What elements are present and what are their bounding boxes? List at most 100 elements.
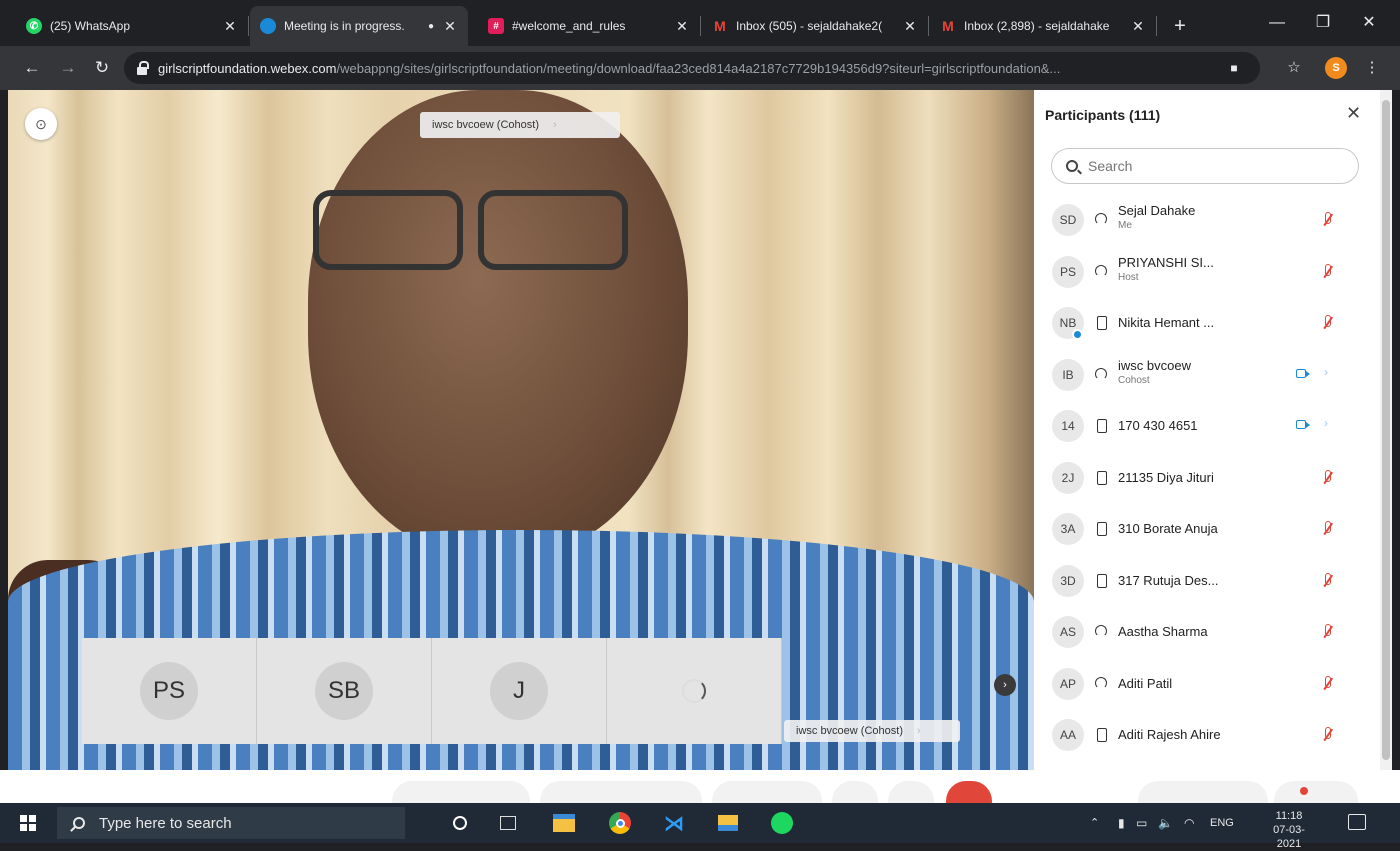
tab-gmail-1[interactable]: M Inbox (505) - sejaldahake2( ✕ xyxy=(702,6,929,46)
muted-mic-icon[interactable] xyxy=(1322,469,1332,486)
muted-mic-icon[interactable] xyxy=(1322,572,1332,589)
close-icon[interactable]: ✕ xyxy=(1346,103,1361,124)
restore-icon[interactable]: ❐ xyxy=(1300,10,1346,36)
tab-slack[interactable]: # #welcome_and_rules ✕ xyxy=(478,6,701,46)
file-manager-icon[interactable] xyxy=(716,811,740,835)
video-camera-icon xyxy=(1296,420,1310,429)
share-button[interactable] xyxy=(712,781,822,803)
avatar: PS xyxy=(140,662,198,720)
notification-center-icon[interactable] xyxy=(1348,814,1366,830)
thumbnail-tile[interactable] xyxy=(607,638,782,744)
meeting-info-icon[interactable]: ⊙ xyxy=(25,108,57,140)
file-explorer-icon[interactable] xyxy=(552,811,576,835)
tab-whatsapp[interactable]: ✆ (25) WhatsApp ✕ xyxy=(16,6,249,46)
menu-kebab-icon[interactable]: ⋮ xyxy=(1362,58,1382,78)
reload-icon[interactable]: ↻ xyxy=(90,56,114,80)
avatar: PS xyxy=(1052,255,1084,288)
task-view-icon[interactable] xyxy=(496,811,520,835)
forward-icon[interactable]: → xyxy=(56,56,80,80)
chevron-right-icon[interactable]: › xyxy=(1324,416,1328,430)
participant-search[interactable] xyxy=(1051,148,1359,184)
close-icon[interactable]: ✕ xyxy=(1130,18,1146,35)
close-icon[interactable]: ✕ xyxy=(674,18,690,35)
camera-in-use-icon[interactable]: ■ xyxy=(1224,58,1244,78)
participant-row[interactable]: AA Aditi Rajesh Ahire xyxy=(1034,709,1380,761)
phone-device-icon xyxy=(1094,727,1108,742)
show-hidden-icons-icon[interactable]: ⌃ xyxy=(1090,814,1099,832)
wifi-icon[interactable]: ◠ xyxy=(1184,814,1194,832)
spotify-icon[interactable] xyxy=(770,811,794,835)
whatsapp-icon: ✆ xyxy=(26,18,42,34)
participant-row[interactable]: SD Sejal Dahake Me xyxy=(1034,194,1380,246)
taskbar-search-input[interactable] xyxy=(99,814,399,832)
participant-row[interactable]: IB iwsc bvcoew Cohost › xyxy=(1034,349,1380,401)
panel-scrollbar[interactable] xyxy=(1380,90,1392,780)
status-dot-icon xyxy=(1072,329,1083,340)
taskbar-search[interactable] xyxy=(57,807,405,839)
microphone-icon[interactable]: ▮ xyxy=(1118,814,1125,832)
chrome-icon[interactable] xyxy=(608,811,632,835)
language-indicator[interactable]: ENG xyxy=(1210,814,1234,832)
muted-mic-icon[interactable] xyxy=(1322,675,1332,692)
reactions-button[interactable] xyxy=(832,781,878,803)
cortana-icon[interactable] xyxy=(448,811,472,835)
chevron-right-icon[interactable]: › xyxy=(1324,365,1328,379)
participant-role: Host xyxy=(1118,271,1139,283)
participant-role: Me xyxy=(1118,220,1132,231)
search-input[interactable] xyxy=(1088,158,1328,174)
participant-row[interactable]: 3A 310 Borate Anuja xyxy=(1034,503,1380,555)
muted-mic-icon[interactable] xyxy=(1322,624,1332,640)
close-icon[interactable]: ✕ xyxy=(442,18,458,35)
participant-row[interactable]: PS PRIYANSHI SI... Host xyxy=(1034,246,1380,298)
avatar: 2J xyxy=(1052,461,1084,494)
participants-button[interactable] xyxy=(1138,781,1268,803)
volume-icon[interactable]: 🔈 xyxy=(1158,814,1173,832)
muted-mic-icon[interactable] xyxy=(1322,212,1332,228)
participant-row[interactable]: AP Aditi Patil xyxy=(1034,658,1380,710)
bookmark-star-icon[interactable]: ☆ xyxy=(1284,58,1304,78)
taskbar-clock[interactable]: 11:18 07-03-2021 xyxy=(1262,809,1316,851)
more-options-button[interactable] xyxy=(888,781,934,803)
participant-name: Aditi Patil xyxy=(1118,675,1173,691)
participant-row[interactable]: 14 170 430 4651 › xyxy=(1034,400,1380,452)
participant-row[interactable]: 2J 21135 Diya Jituri xyxy=(1034,452,1380,504)
window-close-icon[interactable]: ✕ xyxy=(1346,10,1392,36)
muted-mic-icon[interactable] xyxy=(1322,727,1332,743)
phone-device-icon xyxy=(1094,521,1108,536)
muted-mic-icon[interactable] xyxy=(1322,521,1332,537)
avatar: AP xyxy=(1052,667,1084,700)
tab-webex-meeting[interactable]: Meeting is in progress. ● ✕ xyxy=(250,6,468,46)
chevron-right-icon: › xyxy=(552,119,557,131)
tab-title: (25) WhatsApp xyxy=(50,19,131,33)
tab-title: Inbox (505) - sejaldahake2( xyxy=(736,19,883,33)
mute-button[interactable] xyxy=(392,781,530,803)
participants-panel: Participants (111) ✕ SDSejal DahakeMePSP… xyxy=(1034,90,1380,780)
participant-row[interactable]: NB Nikita Hemant ... xyxy=(1034,297,1380,349)
address-bar[interactable]: girlscriptfoundation.webex.com/webappng/… xyxy=(124,52,1260,84)
back-icon[interactable]: ← xyxy=(20,56,44,80)
avatar: AA xyxy=(1052,719,1084,751)
close-icon[interactable]: ✕ xyxy=(902,18,918,35)
profile-avatar[interactable]: S xyxy=(1325,57,1347,79)
new-tab-button[interactable]: + xyxy=(1168,14,1192,38)
minimize-icon[interactable]: — xyxy=(1254,10,1300,36)
thumbnail-tile[interactable]: SB xyxy=(257,638,432,744)
tab-gmail-2[interactable]: M Inbox (2,898) - sejaldahake ✕ xyxy=(930,6,1157,46)
participant-name: iwsc bvcoew xyxy=(1118,357,1191,373)
next-thumbnails-icon[interactable]: › xyxy=(994,674,1016,696)
muted-mic-icon[interactable] xyxy=(1322,263,1332,280)
thumbnail-tile[interactable]: PS xyxy=(82,638,257,744)
close-icon[interactable]: ✕ xyxy=(222,18,238,35)
leave-meeting-button[interactable] xyxy=(946,781,992,803)
participant-name: 21135 Diya Jituri xyxy=(1118,469,1214,485)
chat-button[interactable] xyxy=(1274,781,1358,803)
battery-icon[interactable]: ▭ xyxy=(1136,814,1147,832)
vscode-icon[interactable]: ⋊ xyxy=(662,811,686,835)
start-video-button[interactable] xyxy=(540,781,702,803)
participant-row[interactable]: 3D 317 Rutuja Des... xyxy=(1034,555,1380,607)
muted-mic-icon[interactable] xyxy=(1322,315,1332,331)
thumbnail-tile[interactable]: J xyxy=(432,638,607,744)
participant-row[interactable]: AS Aastha Sharma xyxy=(1034,606,1380,658)
windows-start-icon[interactable] xyxy=(20,815,36,831)
headset-device-icon xyxy=(1094,212,1108,226)
